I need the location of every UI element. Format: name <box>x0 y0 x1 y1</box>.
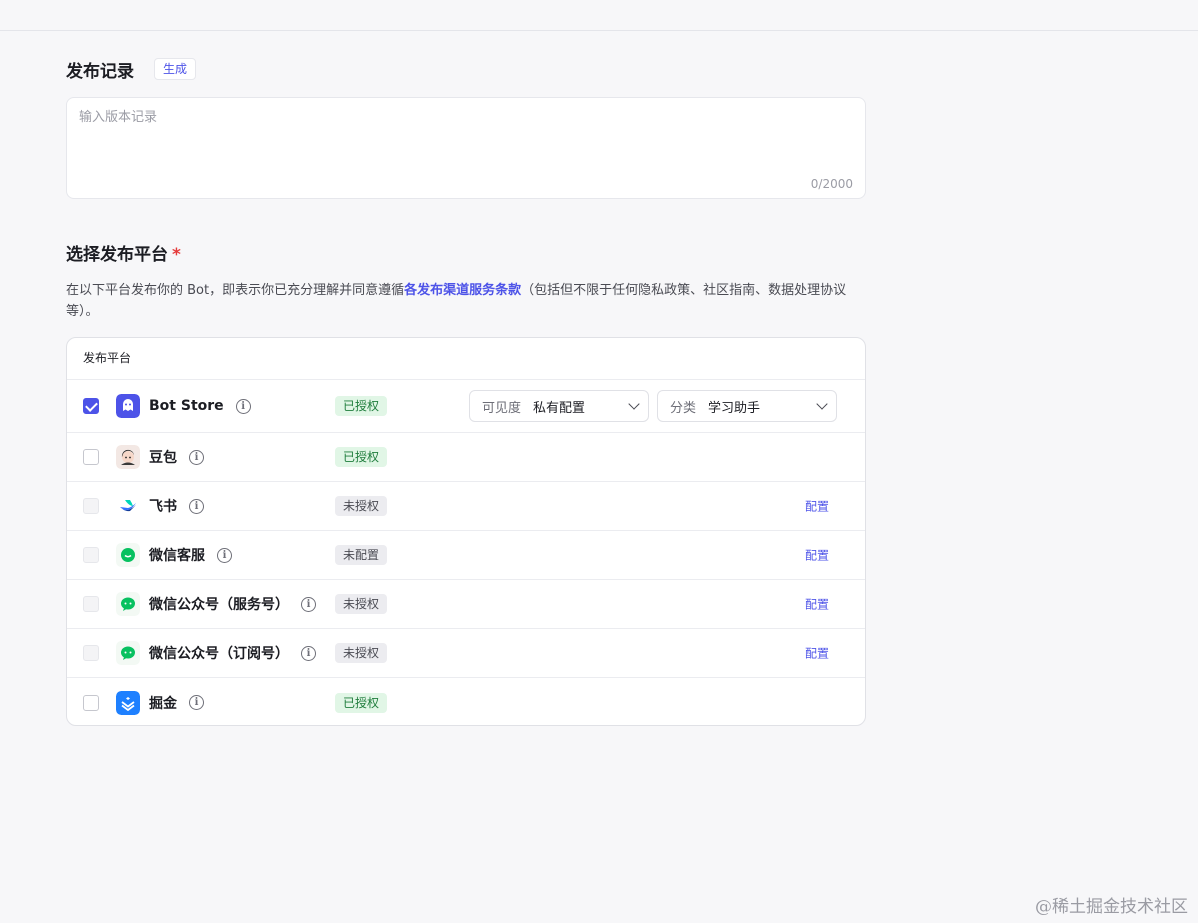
platform-row: 微信客服 i 未配置 配置 <box>67 531 865 580</box>
release-notes-box: 0/2000 <box>66 97 866 199</box>
visibility-select-label: 可见度 <box>482 400 522 416</box>
category-select[interactable]: 分类 学习助手 <box>657 390 837 422</box>
platform-row: 掘金 i 已授权 <box>67 678 865 725</box>
info-icon[interactable]: i <box>189 695 204 710</box>
platform-row: 豆包 i 已授权 <box>67 433 865 482</box>
platform-title-text: 选择发布平台 <box>66 245 168 265</box>
platform-name-text: 飞书 <box>149 499 177 515</box>
doubao-icon <box>116 445 140 469</box>
configure-link[interactable]: 配置 <box>805 498 829 515</box>
platform-name: 微信公众号（服务号） i <box>149 594 316 614</box>
configure-link[interactable]: 配置 <box>805 596 829 613</box>
platform-checkbox <box>83 498 99 514</box>
configure-link[interactable]: 配置 <box>805 645 829 662</box>
status-badge: 未授权 <box>335 643 388 663</box>
platform-name-text: 微信公众号（服务号） <box>149 597 289 613</box>
chevron-down-icon <box>816 398 828 410</box>
platform-section-title: 选择发布平台 * <box>66 240 181 265</box>
feishu-icon <box>116 494 140 518</box>
platform-name-text: 微信客服 <box>149 548 205 564</box>
platform-row: Bot Store i 已授权 可见度 私有配置 分类 学习助手 <box>67 380 865 433</box>
configure-link[interactable]: 配置 <box>805 547 829 564</box>
info-icon[interactable]: i <box>189 498 204 514</box>
status-badge: 未授权 <box>335 594 388 614</box>
info-icon[interactable]: i <box>301 596 316 612</box>
platform-name: 掘金 i <box>149 693 204 713</box>
info-icon[interactable]: i <box>301 645 316 661</box>
generate-button[interactable]: 生成 <box>154 58 197 80</box>
bot-store-icon <box>116 394 140 418</box>
platform-name-text: 微信公众号（订阅号） <box>149 646 289 662</box>
platform-name: 微信公众号（订阅号） i <box>149 643 316 663</box>
platform-name: Bot Store i <box>149 398 251 414</box>
status-badge: 未配置 <box>335 545 388 565</box>
release-notes-title: 发布记录 <box>66 62 134 82</box>
platform-checkbox[interactable] <box>83 449 99 465</box>
platform-checkbox[interactable] <box>83 694 99 711</box>
desc-before: 在以下平台发布你的 Bot，即表示你已充分理解并同意遵循 <box>66 283 405 298</box>
terms-link[interactable]: 各发布渠道服务条款 <box>404 283 521 298</box>
platform-name-text: Bot Store <box>149 398 224 414</box>
visibility-select-value: 私有配置 <box>533 400 586 416</box>
category-select-value: 学习助手 <box>708 400 761 416</box>
wechat-service-icon <box>116 543 140 567</box>
platform-name: 豆包 i <box>149 447 204 467</box>
info-icon[interactable]: i <box>189 449 204 465</box>
platform-checkbox[interactable] <box>83 398 99 414</box>
category-select-label: 分类 <box>670 400 697 416</box>
release-notes-input[interactable] <box>79 106 851 174</box>
platform-name: 飞书 i <box>149 496 204 516</box>
platform-row: 飞书 i 未授权 配置 <box>67 482 865 531</box>
status-badge: 已授权 <box>335 692 388 713</box>
juejin-icon <box>116 690 140 715</box>
platform-name-text: 掘金 <box>149 695 177 712</box>
status-badge: 已授权 <box>335 447 388 467</box>
platform-name: 微信客服 i <box>149 545 232 565</box>
info-icon[interactable]: i <box>235 398 251 414</box>
wechat-icon <box>116 592 140 616</box>
platform-checkbox <box>83 547 99 563</box>
watermark: @稀土掘金技术社区 <box>1035 897 1188 917</box>
platform-row: 微信公众号（服务号） i 未授权 配置 <box>67 580 865 629</box>
platform-name-text: 豆包 <box>149 450 177 466</box>
platform-row: 微信公众号（订阅号） i 未授权 配置 <box>67 629 865 678</box>
platform-table: 发布平台 Bot Store i 已授权 可见度 私有配置 分类 学习助手 豆包 i 已授权 飞书 i… <box>66 337 866 726</box>
table-header: 发布平台 <box>67 338 865 380</box>
platform-description: 在以下平台发布你的 Bot，即表示你已充分理解并同意遵循各发布渠道服务条款（包括… <box>66 280 868 322</box>
status-badge: 未授权 <box>335 496 388 516</box>
required-mark: * <box>172 245 181 265</box>
status-badge: 已授权 <box>335 396 388 416</box>
chevron-down-icon <box>628 398 640 410</box>
top-bar <box>0 0 1198 31</box>
info-icon[interactable]: i <box>217 547 232 563</box>
platform-checkbox <box>83 596 99 612</box>
platform-checkbox <box>83 645 99 661</box>
wechat-icon <box>116 641 140 665</box>
visibility-select[interactable]: 可见度 私有配置 <box>469 390 649 422</box>
char-counter: 0/2000 <box>810 177 853 191</box>
